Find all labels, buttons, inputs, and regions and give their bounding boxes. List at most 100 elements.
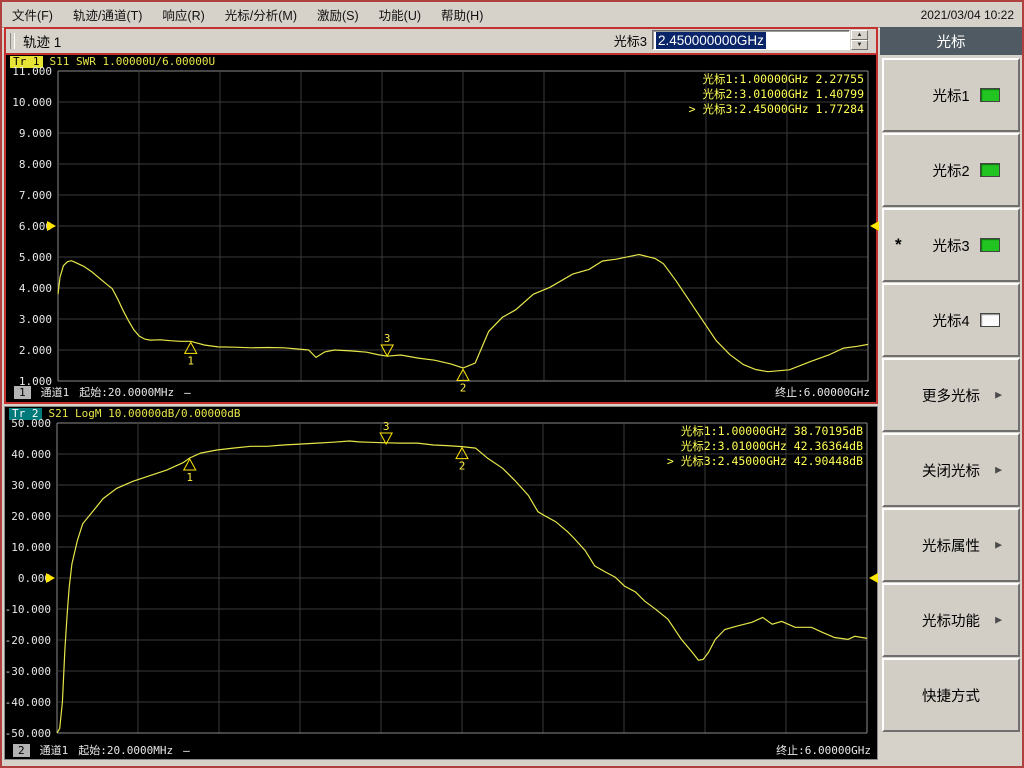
vna-application-window: 文件(F) 轨迹/通道(T) 响应(R) 光标/分析(M) 激励(S) 功能(U) 帮助(H… [0,0,1024,768]
sidebar-button-0[interactable]: 光标1 [882,58,1020,132]
marker-field-label: 光标3 [613,33,647,49]
trace-window-title: 轨迹 1 [23,35,62,50]
marker-readout: 光标1:1.00000GHz 38.70195dB [681,424,863,438]
y-axis-tick-label: -50.000 [5,727,51,740]
menu-item-5[interactable]: 功能(U) [369,2,431,27]
y-axis-tick-label: 20.000 [11,510,51,523]
menu-item-0[interactable]: 文件(F) [2,2,63,27]
menu-item-2[interactable]: 响应(R) [152,2,214,27]
sidebar-button-label: 光标4 [932,313,970,330]
softkey-sidebar: 光标 光标1 光标2 * 光标3 光标4 更多光标 ▶ 关闭光标 ▶ 光标属性 ▶ 光标功能 ▶ 快捷方式 [880,27,1022,766]
submenu-arrow-icon: ▶ [995,389,1002,400]
sidebar-button-list: 光标1 光标2 * 光标3 光标4 更多光标 ▶ 关闭光标 ▶ 光标属性 ▶ 光标功能 ▶ 快捷方式 [880,55,1022,732]
active-trace-window: 轨迹 1 光标3 2.450000000GHz ▲ ▼ Tr 1 S11 SWR… [4,27,879,404]
datetime-display: 2021/03/04 10:22 [920,7,1014,22]
marker-led-indicator [980,313,1000,327]
y-axis-tick-label: 8.000 [19,158,52,171]
stop-frequency-label: 终止:6.00000GHz [775,386,870,399]
submenu-arrow-icon: ▶ [995,539,1002,550]
trace1-measurement-label: S11 SWR 1.00000U/6.00000U [49,55,216,68]
menu-item-4[interactable]: 激励(S) [307,2,369,27]
sidebar-button-8[interactable]: 快捷方式 [882,658,1020,732]
y-axis-tick-label: 3.000 [19,313,52,326]
logmag-plot[interactable]: 50.00040.00030.00020.00010.0000.000-10.0… [5,417,878,742]
marker-readout: > 光标3:2.45000GHz 1.77284 [689,102,864,116]
y-axis-tick-label: -40.000 [5,696,51,709]
y-axis-tick-label: 30.000 [11,479,51,492]
menu-item-3[interactable]: 光标/分析(M) [215,2,307,27]
sidebar-button-label: 更多光标 [922,388,980,405]
marker-triangle [380,344,394,358]
sidebar-button-4[interactable]: 更多光标 ▶ [882,358,1020,432]
sidebar-button-2[interactable]: * 光标3 [882,208,1020,282]
sidebar-button-1[interactable]: 光标2 [882,133,1020,207]
upper-chart-panel: Tr 1 S11 SWR 1.00000U/6.00000U 11.000 10.… [6,55,879,402]
marker-number: 2 [459,460,466,473]
sidebar-button-3[interactable]: 光标4 [882,283,1020,357]
marker-number: 1 [186,471,193,484]
stop-frequency-label: 终止:6.00000GHz [776,744,871,757]
lower-chart-panel: Tr 2 S21 LogM 10.00000dB/0.00000dB 50.00… [4,406,878,760]
menu-bar: 文件(F) 轨迹/通道(T) 响应(R) 光标/分析(M) 激励(S) 功能(U) 帮助(H… [2,2,1022,28]
marker-number: 2 [460,381,467,394]
start-frequency-label: 起始:20.0000MHz [78,744,174,757]
marker-led-indicator [980,163,1000,177]
y-axis-tick-label: 11.000 [12,65,52,78]
marker-led-indicator [980,88,1000,102]
submenu-arrow-icon: ▶ [995,464,1002,475]
frequency-spinner: ▲ ▼ [851,30,868,50]
lower-chart-status-bar: 2 通道1 起始:20.0000MHz — 终止:6.00000GHz [5,742,877,758]
upper-chart-header: Tr 1 S11 SWR 1.00000U/6.00000U [6,55,876,68]
spinner-up-button[interactable]: ▲ [851,30,868,40]
submenu-arrow-icon: ▶ [995,614,1002,625]
marker-readout: 光标2:3.01000GHz 1.40799 [703,87,865,101]
y-axis-tick-label: -30.000 [5,665,51,678]
channel-badge: 2 [13,743,30,757]
marker-led-indicator [980,238,1000,252]
sweep-indicator: — [184,385,191,399]
menu-item-1[interactable]: 轨迹/通道(T) [63,2,152,27]
ref-level-arrow-right [870,221,879,231]
sweep-indicator: — [183,743,190,757]
y-axis-tick-label: 2.000 [19,344,52,357]
y-axis-tick-label: -10.000 [5,603,51,616]
y-axis-tick-label: 40.000 [11,448,51,461]
sidebar-button-label: 快捷方式 [922,688,980,705]
y-axis-tick-label: 10.000 [12,96,52,109]
y-axis-tick-label: 5.000 [19,251,52,264]
start-frequency-label: 起始:20.0000MHz [79,386,175,399]
y-axis-tick-label: 9.000 [19,127,52,140]
channel-label: 通道1 [39,744,69,757]
sidebar-title: 光标 [880,27,1022,55]
marker-number: 1 [187,354,194,367]
sidebar-button-label: 光标2 [932,163,970,180]
active-marker-star: * [895,235,902,254]
marker-readout: > 光标3:2.45000GHz 42.90448dB [667,454,863,468]
spinner-down-button[interactable]: ▼ [851,40,868,50]
y-axis-tick-label: -20.000 [5,634,51,647]
marker-frequency-entry: 光标3 2.450000000GHz ▲ ▼ [614,30,868,50]
channel-label: 通道1 [40,386,70,399]
marker-number: 3 [384,332,391,345]
marker-frequency-value: 2.450000000GHz [656,31,766,49]
trace2-measurement-label: S21 LogM 10.00000dB/0.00000dB [48,407,241,420]
channel-badge: 1 [14,385,31,399]
swr-plot[interactable]: 11.00010.0009.0008.0007.0006.0005.0004.0… [6,65,879,394]
sidebar-button-6[interactable]: 光标属性 ▶ [882,508,1020,582]
sidebar-button-label: 光标1 [932,88,970,105]
sidebar-button-7[interactable]: 光标功能 ▶ [882,583,1020,657]
marker-number: 3 [383,420,390,433]
sidebar-button-5[interactable]: 关闭光标 ▶ [882,433,1020,507]
upper-chart-status-bar: 1 通道1 起始:20.0000MHz — 终止:6.00000GHz [6,384,876,400]
menu-bar-items: 文件(F) 轨迹/通道(T) 响应(R) 光标/分析(M) 激励(S) 功能(U) 帮助(H… [2,2,493,27]
y-axis-tick-label: 7.000 [19,189,52,202]
y-axis-tick-label: 4.000 [19,282,52,295]
marker-readout: 光标1:1.00000GHz 2.27755 [703,72,864,86]
grid [57,70,869,382]
sidebar-button-label: 光标功能 [922,613,980,630]
marker-frequency-input[interactable]: 2.450000000GHz [652,30,850,50]
toolbar-grip [10,33,15,49]
menu-item-6[interactable]: 帮助(H) [431,2,493,27]
sidebar-button-label: 光标3 [932,238,970,255]
y-axis-tick-label: 10.000 [11,541,51,554]
